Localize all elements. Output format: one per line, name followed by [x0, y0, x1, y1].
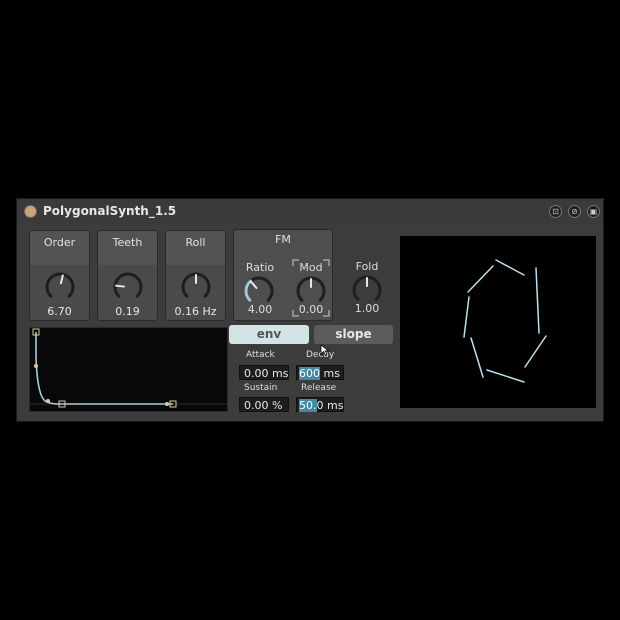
- envelope-curve-handle[interactable]: [34, 364, 38, 368]
- envelope-release-curve-handle[interactable]: [165, 402, 169, 406]
- save-icon[interactable]: ▣: [587, 205, 600, 218]
- device-titlebar: PolygonalSynth_1.5 ⊡ ⊘ ▣: [17, 199, 603, 224]
- teeth-label: Teeth: [112, 236, 143, 249]
- roll-panel: Roll 0.16 Hz: [165, 230, 226, 321]
- device-title: PolygonalSynth_1.5: [43, 204, 177, 218]
- order-knob[interactable]: [44, 271, 76, 303]
- decay-field[interactable]: 600 ms: [296, 365, 344, 380]
- polygonal-synth-device: PolygonalSynth_1.5 ⊡ ⊘ ▣ Order 6.70 Teet…: [16, 198, 604, 422]
- envelope-display[interactable]: [29, 327, 228, 412]
- roll-knob[interactable]: [180, 271, 212, 303]
- teeth-value[interactable]: 0.19: [98, 305, 157, 318]
- envelope-curve[interactable]: [30, 328, 227, 411]
- ratio-value[interactable]: 4.00: [238, 303, 282, 316]
- teeth-knob[interactable]: [112, 271, 144, 303]
- mod-value[interactable]: 0.00: [289, 303, 333, 316]
- sustain-label: Sustain: [244, 383, 278, 393]
- attack-field[interactable]: 0.00 ms: [239, 365, 289, 380]
- attack-label: Attack: [246, 350, 275, 360]
- link-icon[interactable]: ⊘: [568, 205, 581, 218]
- fold-value[interactable]: 1.00: [345, 302, 389, 315]
- envelope-curve-line: [35, 332, 173, 405]
- polygon-scope-display: [400, 236, 596, 408]
- order-panel: Order 6.70: [29, 230, 90, 321]
- fit-icon[interactable]: ⊡: [549, 205, 562, 218]
- sustain-field[interactable]: 0.00 %: [239, 397, 289, 412]
- fm-label: FM: [275, 233, 291, 246]
- tab-slope[interactable]: slope: [314, 325, 393, 344]
- device-power-button[interactable]: [24, 205, 37, 218]
- release-label: Release: [301, 383, 337, 393]
- release-field[interactable]: 50.0 ms: [296, 397, 344, 412]
- fold-label: Fold: [355, 260, 379, 273]
- envelope-decay-curve-handle[interactable]: [46, 399, 50, 403]
- roll-label: Roll: [185, 236, 206, 249]
- polygon-shape: [463, 259, 547, 383]
- release-field-selected: 50.: [299, 399, 317, 412]
- teeth-panel: Teeth 0.19: [97, 230, 158, 321]
- decay-field-selected: 600: [299, 367, 320, 380]
- fm-panel: FM Ratio 4.00 Mod 0.00: [233, 229, 333, 321]
- order-value[interactable]: 6.70: [30, 305, 89, 318]
- ratio-label: Ratio: [245, 261, 275, 274]
- roll-value[interactable]: 0.16 Hz: [166, 305, 225, 318]
- order-label: Order: [43, 236, 76, 249]
- mouse-cursor-icon: [320, 344, 330, 356]
- tab-env[interactable]: env: [229, 325, 309, 344]
